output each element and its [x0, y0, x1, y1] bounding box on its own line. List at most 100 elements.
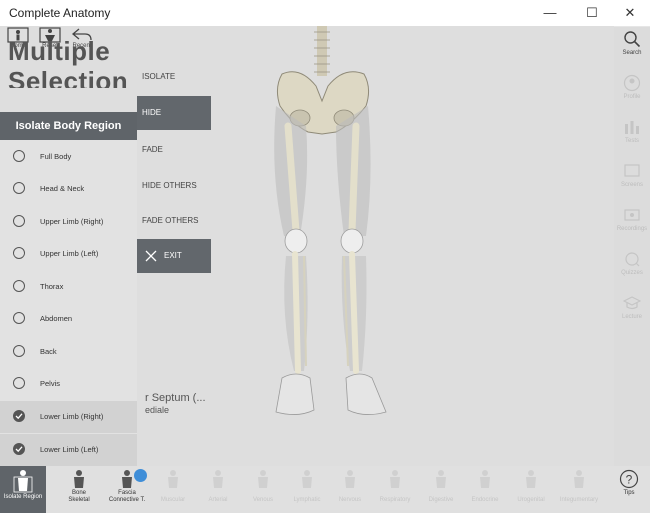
radio-icon	[13, 345, 25, 357]
tips-button[interactable]: ? Tips	[608, 466, 650, 513]
digestive-label: Digestive	[428, 497, 454, 503]
urogenital-system-button[interactable]: Urogenital	[508, 466, 554, 513]
hide-label: HIDE	[142, 108, 162, 117]
region-item-back[interactable]: Back	[0, 336, 137, 368]
digestive-system-button[interactable]: Digestive	[418, 466, 464, 513]
connective-label-1: Fascia	[118, 490, 136, 496]
selection-label: r Septum (... ediale	[145, 392, 206, 416]
region-label: Lower Limb (Right)	[40, 412, 104, 421]
respiratory-icon	[390, 470, 400, 488]
recordings-icon	[624, 209, 640, 221]
system-bar: Isolate Region Bone Skeletal Fascia Conn…	[0, 466, 650, 513]
hide-others-button[interactable]: HIDE OTHERS	[137, 169, 211, 203]
page-title-line2: Selection	[8, 66, 129, 88]
nervous-label: Nervous	[338, 497, 362, 503]
fade-others-button[interactable]: FADE OTHERS	[137, 204, 211, 238]
fade-button[interactable]: FADE	[137, 133, 211, 167]
lymphatic-system-button[interactable]: Lymphatic	[284, 466, 330, 513]
isolate-region-label: Isolate Region	[3, 494, 43, 500]
page-title: Multiple Selection	[8, 36, 128, 88]
tips-label: Tips	[623, 490, 635, 496]
region-label: Thorax	[40, 282, 64, 291]
skeleton-icon	[74, 470, 84, 488]
screens-icon	[624, 164, 640, 177]
title-bar: Complete Anatomy — ☐ ✕	[0, 0, 650, 27]
profile-icon	[623, 74, 641, 92]
muscular-icon	[168, 470, 178, 488]
integumentary-label: Integumentary	[559, 497, 599, 503]
arterial-label: Arterial	[208, 497, 228, 503]
urogenital-label: Urogenital	[517, 497, 545, 503]
quizzes-icon	[625, 252, 640, 267]
radio-icon	[13, 150, 25, 162]
screens-button[interactable]: Screens	[614, 158, 650, 202]
lecture-button[interactable]: Lecture	[614, 290, 650, 334]
isolate-region-icon	[13, 470, 33, 493]
screens-label: Screens	[620, 182, 643, 188]
region-item-lower-limb-right[interactable]: Lower Limb (Right)	[0, 401, 137, 433]
search-button[interactable]: Search	[614, 26, 650, 70]
recordings-button[interactable]: Recordings	[614, 202, 650, 246]
urogenital-icon	[526, 470, 536, 488]
nervous-icon	[345, 470, 355, 488]
skeleton-model[interactable]	[240, 26, 420, 426]
isolate-button[interactable]: ISOLATE	[137, 60, 211, 94]
endocrine-icon	[480, 470, 490, 488]
skeletal-label-1: Bone	[71, 490, 86, 496]
region-label: Lower Limb (Left)	[40, 445, 99, 454]
region-item-head-neck[interactable]: Head & Neck	[0, 173, 137, 205]
exit-button[interactable]: EXIT	[137, 239, 211, 273]
quizzes-button[interactable]: Quizzes	[614, 246, 650, 290]
search-label: Search	[622, 50, 642, 56]
exit-label: EXIT	[164, 251, 182, 260]
fade-others-label: FADE OTHERS	[142, 216, 199, 225]
window-title: Complete Anatomy	[9, 6, 111, 20]
respiratory-label: Respiratory	[379, 497, 411, 503]
skeletal-label-2: Skeletal	[68, 497, 90, 503]
respiratory-system-button[interactable]: Respiratory	[372, 466, 418, 513]
endocrine-system-button[interactable]: Endocrine	[462, 466, 508, 513]
close-icon	[145, 250, 157, 262]
region-item-lower-limb-left[interactable]: Lower Limb (Left)	[0, 434, 137, 466]
region-label: Abdomen	[40, 314, 73, 323]
radio-icon	[13, 377, 25, 389]
right-sidebar: Search Profile Tests Screens Recordings …	[614, 26, 650, 336]
isolate-region-button[interactable]: Isolate Region	[0, 466, 46, 513]
lecture-icon	[623, 296, 641, 310]
lecture-label: Lecture	[621, 314, 642, 320]
radio-icon	[13, 215, 25, 227]
selection-label-line1: r Septum (...	[145, 392, 206, 404]
profile-button[interactable]: Profile	[614, 70, 650, 114]
tests-button[interactable]: Tests	[614, 114, 650, 158]
region-item-upper-limb-right[interactable]: Upper Limb (Right)	[0, 206, 137, 238]
integumentary-system-button[interactable]: Integumentary	[556, 466, 602, 513]
nervous-system-button[interactable]: Nervous	[327, 466, 373, 513]
region-item-upper-limb-left[interactable]: Upper Limb (Left)	[0, 238, 137, 270]
region-label: Pelvis	[40, 379, 61, 388]
radio-icon	[13, 312, 25, 324]
muscular-system-button[interactable]: Muscular	[150, 466, 196, 513]
integumentary-icon	[574, 470, 584, 488]
minimize-button[interactable]: —	[530, 0, 570, 26]
region-item-full-body[interactable]: Full Body	[0, 141, 137, 173]
sync-badge-icon	[134, 469, 147, 482]
maximize-button[interactable]: ☐	[572, 0, 612, 26]
arterial-system-button[interactable]: Arterial	[195, 466, 241, 513]
venous-label: Venous	[252, 497, 274, 503]
skeletal-system-button[interactable]: Bone Skeletal	[56, 466, 102, 513]
close-button[interactable]: ✕	[610, 0, 650, 26]
venous-system-button[interactable]: Venous	[240, 466, 286, 513]
region-label: Upper Limb (Right)	[40, 217, 104, 226]
radio-icon	[13, 182, 25, 194]
hide-button[interactable]: HIDE	[137, 96, 211, 130]
digestive-icon	[436, 470, 446, 488]
tests-icon	[625, 121, 639, 134]
region-panel-title: Isolate Body Region	[0, 112, 137, 140]
region-label: Back	[40, 347, 57, 356]
region-item-pelvis[interactable]: Pelvis	[0, 368, 137, 400]
venous-icon	[258, 470, 268, 488]
region-item-thorax[interactable]: Thorax	[0, 271, 137, 303]
connective-tissue-icon	[122, 470, 132, 488]
help-icon: ?	[619, 469, 639, 489]
region-item-abdomen[interactable]: Abdomen	[0, 303, 137, 335]
